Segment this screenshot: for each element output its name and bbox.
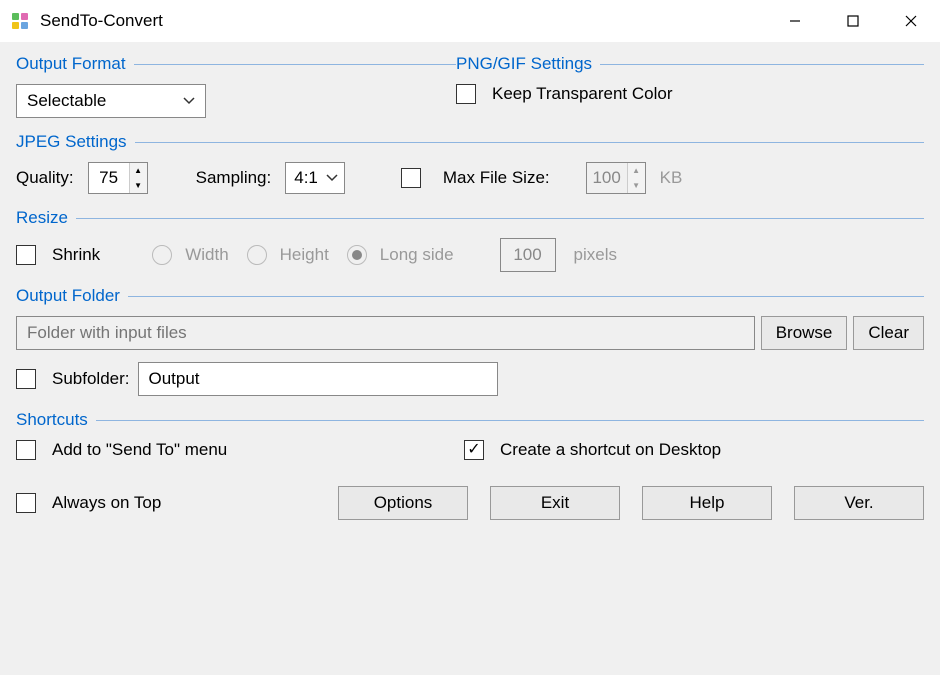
divider xyxy=(600,64,924,65)
create-desktop-checkbox[interactable] xyxy=(464,440,484,460)
height-radio xyxy=(247,245,267,265)
subfolder-label: Subfolder: xyxy=(52,369,130,389)
output-format-group: Output Format Selectable xyxy=(16,54,456,118)
quality-spinbox[interactable]: ▲ ▼ xyxy=(88,162,148,194)
shortcuts-group: Shortcuts Add to "Send To" menu Create a… xyxy=(16,410,924,460)
pixels-label: pixels xyxy=(574,245,617,265)
footer-row: Always on Top Options Exit Help Ver. xyxy=(16,486,924,520)
png-gif-title: PNG/GIF Settings xyxy=(456,54,592,74)
chevron-down-icon xyxy=(183,94,195,108)
ver-button[interactable]: Ver. xyxy=(794,486,924,520)
jpeg-title: JPEG Settings xyxy=(16,132,127,152)
max-file-size-spin-up: ▲ xyxy=(628,163,645,178)
app-window: SendTo-Convert Output Format Selectabl xyxy=(0,0,940,675)
subfolder-checkbox[interactable] xyxy=(16,369,36,389)
shortcuts-header: Shortcuts xyxy=(16,410,924,430)
max-file-size-spin-down: ▼ xyxy=(628,178,645,193)
output-format-header: Output Format xyxy=(16,54,456,74)
add-sendto-label: Add to "Send To" menu xyxy=(52,440,227,460)
help-button[interactable]: Help xyxy=(642,486,772,520)
divider xyxy=(135,142,924,143)
minimize-button[interactable] xyxy=(766,0,824,42)
max-file-size-checkbox[interactable] xyxy=(401,168,421,188)
max-file-size-unit: KB xyxy=(660,168,683,188)
always-on-top-checkbox[interactable] xyxy=(16,493,36,513)
width-radio xyxy=(152,245,172,265)
output-format-title: Output Format xyxy=(16,54,126,74)
close-button[interactable] xyxy=(882,0,940,42)
long-side-label: Long side xyxy=(380,245,454,265)
jpeg-header: JPEG Settings xyxy=(16,132,924,152)
window-title: SendTo-Convert xyxy=(40,11,766,31)
shortcuts-title: Shortcuts xyxy=(16,410,88,430)
jpeg-group: JPEG Settings Quality: ▲ ▼ Sampling: 4:1 xyxy=(16,132,924,194)
output-folder-header: Output Folder xyxy=(16,286,924,306)
divider xyxy=(134,64,456,65)
shrink-checkbox[interactable] xyxy=(16,245,36,265)
long-side-radio xyxy=(347,245,367,265)
app-icon xyxy=(10,11,30,31)
divider xyxy=(96,420,924,421)
output-folder-title: Output Folder xyxy=(16,286,120,306)
quality-spin-down[interactable]: ▼ xyxy=(130,178,147,193)
row-output-png: Output Format Selectable PNG/GIF Setting… xyxy=(16,54,924,118)
create-desktop-label: Create a shortcut on Desktop xyxy=(500,440,721,460)
options-button[interactable]: Options xyxy=(338,486,468,520)
content-area: Output Format Selectable PNG/GIF Setting… xyxy=(0,42,940,536)
max-file-size-label: Max File Size: xyxy=(443,168,550,188)
keep-transparent-label: Keep Transparent Color xyxy=(492,84,673,104)
quality-label: Quality: xyxy=(16,168,74,188)
resize-title: Resize xyxy=(16,208,68,228)
shrink-label: Shrink xyxy=(52,245,100,265)
height-label: Height xyxy=(280,245,329,265)
sampling-label: Sampling: xyxy=(196,168,272,188)
maximize-button[interactable] xyxy=(824,0,882,42)
divider xyxy=(128,296,924,297)
quality-input[interactable] xyxy=(89,163,129,193)
add-sendto-checkbox[interactable] xyxy=(16,440,36,460)
png-gif-header: PNG/GIF Settings xyxy=(456,54,924,74)
sampling-value: 4:1 xyxy=(294,168,318,188)
output-folder-input[interactable] xyxy=(16,316,755,350)
width-label: Width xyxy=(185,245,228,265)
resize-header: Resize xyxy=(16,208,924,228)
output-format-select[interactable]: Selectable xyxy=(16,84,206,118)
max-file-size-spinbox: ▲ ▼ xyxy=(586,162,646,194)
browse-button[interactable]: Browse xyxy=(761,316,848,350)
resize-pixels-input xyxy=(500,238,556,272)
output-folder-group: Output Folder Browse Clear Subfolder: xyxy=(16,286,924,396)
max-file-size-input xyxy=(587,163,627,193)
divider xyxy=(76,218,924,219)
subfolder-input[interactable] xyxy=(138,362,498,396)
clear-button[interactable]: Clear xyxy=(853,316,924,350)
always-on-top-label: Always on Top xyxy=(52,493,161,513)
keep-transparent-checkbox[interactable] xyxy=(456,84,476,104)
png-gif-group: PNG/GIF Settings Keep Transparent Color xyxy=(456,54,924,104)
exit-button[interactable]: Exit xyxy=(490,486,620,520)
sampling-combobox[interactable]: 4:1 xyxy=(285,162,345,194)
quality-spin-up[interactable]: ▲ xyxy=(130,163,147,178)
window-controls xyxy=(766,0,940,42)
output-format-value: Selectable xyxy=(27,91,106,111)
chevron-down-icon xyxy=(326,171,338,185)
titlebar: SendTo-Convert xyxy=(0,0,940,42)
resize-group: Resize Shrink Width Height xyxy=(16,208,924,272)
